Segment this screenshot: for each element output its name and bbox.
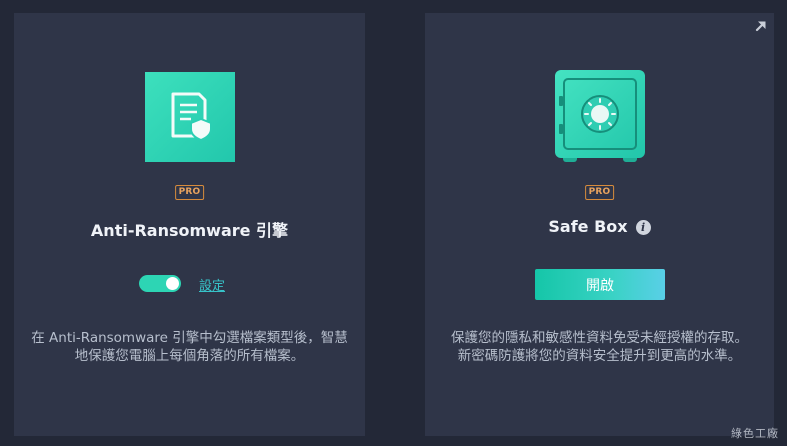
safe-icon	[554, 70, 645, 162]
pro-badge: PRO	[584, 185, 615, 200]
description-line: 新密碼防護將您的資料安全提升到更高的水準。	[457, 348, 742, 364]
pro-badge: PRO	[174, 185, 205, 200]
toggle-knob	[166, 277, 179, 290]
watermark-text: 綠色工廠	[731, 427, 779, 440]
anti-ransomware-toggle[interactable]	[139, 275, 181, 292]
safe-box-title-row: Safe Box i	[425, 217, 774, 236]
description-line: 保護您的隱私和敏感性資料免受未經授權的存取。	[451, 330, 748, 346]
description-line: 地保護您電腦上每個角落的所有檔案。	[74, 348, 305, 364]
expand-arrow-icon[interactable]	[754, 19, 768, 33]
open-button[interactable]: 開啟	[535, 269, 665, 300]
safe-box-title: Safe Box	[548, 217, 628, 236]
description-line: 在 Anti-Ransomware 引擎中勾選檔案類型後，智慧	[31, 330, 348, 346]
settings-link[interactable]: 設定	[199, 275, 225, 294]
safe-box-card: PRO Safe Box i 開啟 保護您的隱私和敏感性資料免受未經授權的存取。 …	[425, 13, 774, 436]
info-icon[interactable]: i	[635, 220, 651, 235]
anti-ransomware-description: 在 Anti-Ransomware 引擎中勾選檔案類型後，智慧 地保護您電腦上每…	[26, 329, 353, 365]
safe-box-description: 保護您的隱私和敏感性資料免受未經授權的存取。 新密碼防護將您的資料安全提升到更高…	[437, 329, 762, 365]
anti-ransomware-card: PRO Anti-Ransomware 引擎 設定 在 Anti-Ransomw…	[14, 13, 365, 436]
anti-ransomware-title: Anti-Ransomware 引擎	[90, 221, 289, 240]
shield-document-icon	[144, 72, 235, 162]
